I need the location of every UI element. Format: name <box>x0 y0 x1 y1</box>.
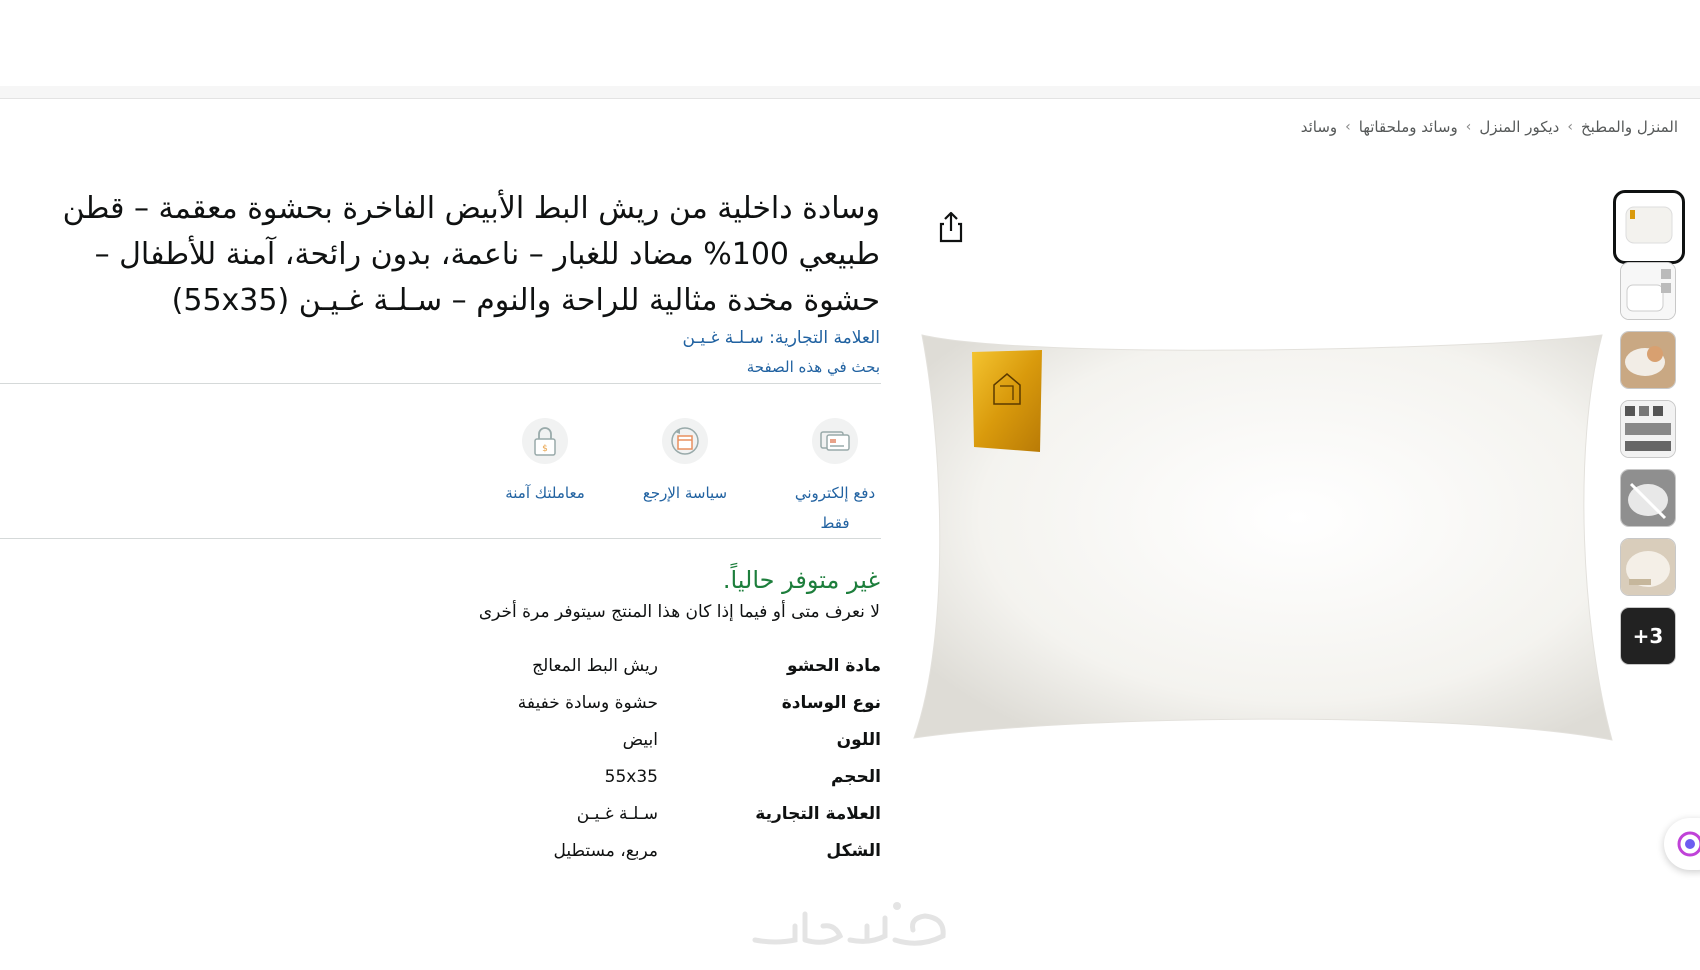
assistant-floating-button[interactable] <box>1664 818 1700 870</box>
breadcrumb-separator: › <box>1567 119 1573 135</box>
spec-row: مادة الحشو ريش البط المعالج <box>430 656 881 693</box>
top-header <box>0 0 1700 86</box>
spec-key: الشكل <box>826 841 881 861</box>
feature-label: دفع إلكتروني فقط <box>794 484 876 532</box>
spec-key: الحجم <box>830 767 881 787</box>
spec-key: اللون <box>836 730 881 750</box>
feature-label: معاملتك آمنة <box>505 484 585 502</box>
breadcrumb-separator: › <box>1345 119 1351 135</box>
breadcrumb-item[interactable]: المنزل والمطبخ <box>1581 118 1678 136</box>
breadcrumb: المنزل والمطبخ › ديكور المنزل › وسائد وم… <box>1301 118 1678 136</box>
card-payment-icon <box>812 418 858 464</box>
search-page-link[interactable]: بحث في هذه الصفحة <box>747 358 880 376</box>
availability-note: لا نعرف متى أو فيما إذا كان هذا المنتج س… <box>478 602 880 622</box>
divider <box>0 383 881 384</box>
spec-key: نوع الوسادة <box>781 693 881 713</box>
spec-value: ابيض <box>622 730 658 750</box>
watermark-logo <box>745 896 955 956</box>
thumbnail-2[interactable] <box>1620 262 1676 320</box>
divider <box>0 538 881 539</box>
secure-lock-icon: $ <box>522 418 568 464</box>
thumbnail-4[interactable] <box>1620 400 1676 458</box>
thumbnail-3[interactable] <box>1620 331 1676 389</box>
spec-key: العلامة التجارية <box>755 804 881 824</box>
spec-row: اللون ابيض <box>430 730 881 767</box>
breadcrumb-item[interactable]: وسائد وملحقاتها <box>1359 118 1458 136</box>
feature-icons: دفع إلكتروني فقط سياسة الإرجع $ معاملتك … <box>490 418 890 538</box>
spec-value: 55x35 <box>604 767 658 787</box>
more-images-count: +3 <box>1632 624 1664 648</box>
breadcrumb-item[interactable]: ديكور المنزل <box>1479 118 1559 136</box>
availability-status: غير متوفر حالياً. <box>722 566 880 594</box>
product-specs: مادة الحشو ريش البط المعالج نوع الوسادة حش… <box>430 656 881 878</box>
svg-text:$: $ <box>542 444 548 454</box>
thumbnail-6[interactable] <box>1620 538 1676 596</box>
more-images-button[interactable]: +3 <box>1620 607 1676 665</box>
thumbnail-1[interactable] <box>1613 190 1685 264</box>
brand-link[interactable]: العلامة التجارية: سـلـة غـيـن <box>682 328 880 348</box>
spec-row: الشكل مربع، مستطيل <box>430 841 881 878</box>
spec-value: حشوة وسادة خفيفة <box>517 693 658 713</box>
spec-key: مادة الحشو <box>786 656 881 676</box>
thumbnail-5[interactable] <box>1620 469 1676 527</box>
feature-electronic-payment[interactable]: دفع إلكتروني فقط <box>780 418 890 538</box>
feature-secure-transaction[interactable]: $ معاملتك آمنة <box>490 418 600 508</box>
product-title: وسادة داخلية من ريش البط الأبيض الفاخرة … <box>62 191 880 318</box>
feature-label: سياسة الإرجع <box>642 484 728 502</box>
spec-row: العلامة التجارية سـلـة غـيـن <box>430 804 881 841</box>
breadcrumb-item[interactable]: وسائد <box>1301 118 1337 136</box>
breadcrumb-separator: › <box>1465 119 1472 135</box>
spec-row: الحجم 55x35 <box>430 767 881 804</box>
share-icon[interactable] <box>936 210 966 244</box>
spec-value: ريش البط المعالج <box>532 656 658 676</box>
spec-value: سـلـة غـيـن <box>576 804 658 824</box>
feature-return-policy[interactable]: سياسة الإرجع <box>630 418 740 508</box>
spec-row: نوع الوسادة حشوة وسادة خفيفة <box>430 693 881 730</box>
header-divider <box>0 86 1700 99</box>
spec-value: مربع، مستطيل <box>553 841 658 861</box>
main-product-image[interactable] <box>912 330 1616 748</box>
return-box-icon <box>662 418 708 464</box>
